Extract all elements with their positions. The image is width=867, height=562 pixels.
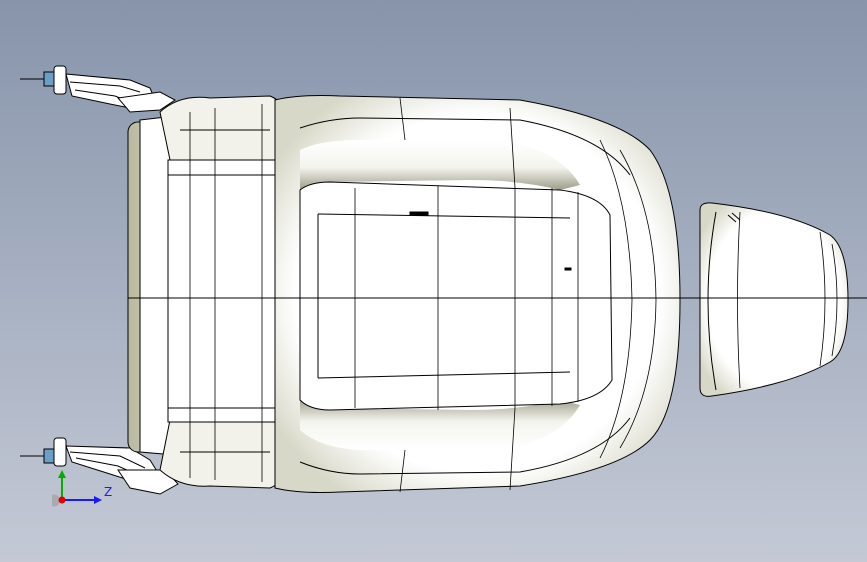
seat-cushion bbox=[274, 95, 681, 493]
x-axis-dot bbox=[58, 496, 66, 504]
backrest bbox=[127, 95, 301, 489]
seat-model[interactable] bbox=[0, 0, 867, 562]
cad-viewport[interactable]: Z bbox=[0, 0, 867, 562]
z-axis-label: Z bbox=[104, 485, 112, 499]
axis-triad: Z bbox=[52, 470, 112, 507]
bracket-top bbox=[20, 65, 176, 113]
front-pad bbox=[699, 202, 849, 397]
